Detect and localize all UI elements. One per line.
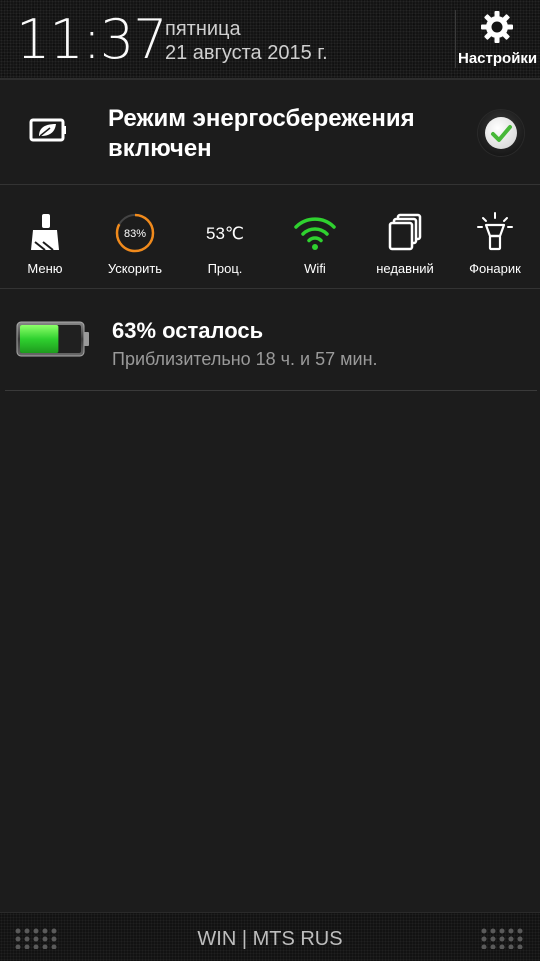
power-saving-text: Режим энергосбережения включен <box>108 105 415 162</box>
toggle-cpu[interactable]: 53℃ Проц. <box>180 186 270 288</box>
toggle-label: недавний <box>376 261 434 276</box>
date-label: 21 августа 2015 г. <box>165 42 328 64</box>
toggle-label: Фонарик <box>469 261 521 276</box>
divider <box>5 390 537 391</box>
toggle-label: Ускорить <box>107 261 163 276</box>
battery-notification[interactable] <box>0 290 540 390</box>
boost-ring-icon: 83% <box>115 213 155 253</box>
cpu-temp-value: 53℃ <box>205 224 244 243</box>
weekday-label: пятница <box>165 18 241 40</box>
recent-apps-icon <box>388 213 422 251</box>
boost-value: 83% <box>124 228 146 240</box>
settings-button[interactable]: Настройки <box>458 50 537 67</box>
battery-percent-title: 63% осталось <box>112 318 264 343</box>
toggle-wifi[interactable]: Wifi <box>270 186 360 288</box>
battery-icon <box>16 321 89 357</box>
toggle-recent[interactable]: недавний <box>360 186 450 288</box>
grip-dots-right-icon[interactable] <box>480 927 524 949</box>
toggle-menu[interactable]: Меню <box>0 186 90 288</box>
toggle-flashlight[interactable]: Фонарик <box>450 186 540 288</box>
power-saving-notification[interactable]: Режим энергосбережения включен <box>0 80 540 185</box>
check-icon <box>491 125 512 142</box>
battery-time-remaining: Приблизительно 18 ч. и 57 мин. <box>112 349 378 369</box>
toggle-knob <box>485 117 517 149</box>
clock: 11:37 <box>16 8 168 71</box>
toggle-label: Меню <box>27 261 63 276</box>
toggle-label: Проц. <box>207 261 243 276</box>
flashlight-icon <box>477 212 513 251</box>
toggle-boost[interactable]: 83% Ускорить <box>90 186 180 288</box>
broom-icon <box>31 214 59 251</box>
carrier-bar: WIN | MTS RUS <box>0 912 540 961</box>
power-saving-toggle[interactable] <box>478 110 524 156</box>
leaf-battery-icon <box>29 118 66 142</box>
gear-icon[interactable] <box>480 10 514 44</box>
wifi-icon <box>294 217 336 250</box>
notification-header: 11:37 пятница 21 августа 2015 г. Настрой… <box>0 0 540 80</box>
quick-toggles-bar: Меню 83% Ускорить 53℃ Проц. Wifi недавни… <box>0 186 540 289</box>
carrier-label: WIN | MTS RUS <box>197 928 343 950</box>
header-divider <box>455 10 456 68</box>
toggle-label: Wifi <box>304 261 326 276</box>
